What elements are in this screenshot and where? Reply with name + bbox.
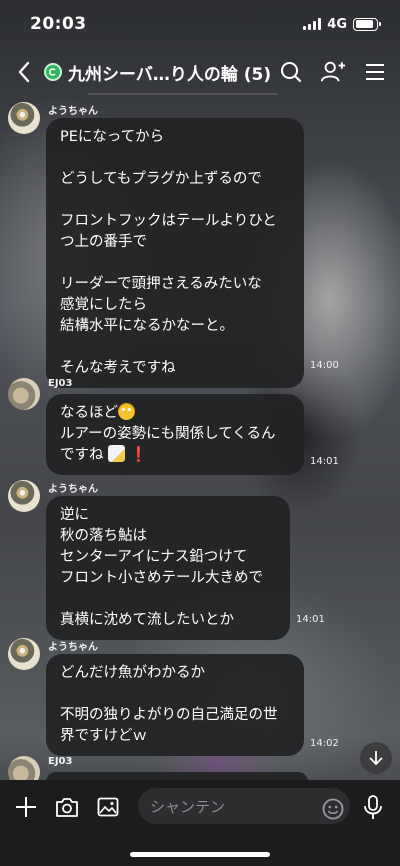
message-line: ですね <box>60 447 104 463</box>
menu-icon[interactable] <box>362 59 388 85</box>
avatar[interactable] <box>8 638 40 670</box>
plus-icon[interactable] <box>14 792 38 822</box>
message-bubble[interactable]: PEになってから どうしてもプラグか上ずるので フロントフックはテールよりひと … <box>46 118 304 388</box>
status-indicators: 4G <box>303 16 381 32</box>
search-icon[interactable] <box>278 59 304 85</box>
memo-emoji <box>108 445 126 462</box>
message-time: 14:00 <box>310 360 339 371</box>
message-input[interactable]: シャンテン <box>138 788 350 824</box>
message-bubble[interactable]: 逆に 秋の落ち鮎は センターアイにナス鉛つけて フロント小さめテール大きめで 真… <box>46 496 290 640</box>
sender-name: EJ03 <box>48 378 73 389</box>
message-line: 真横に沈めて流したいとか <box>60 612 234 628</box>
image-icon[interactable] <box>96 792 120 822</box>
message-line: ルアーの姿勢にも関係してくるん <box>60 426 276 442</box>
message-line: 逆に <box>60 507 89 523</box>
group-icon <box>44 63 62 81</box>
message-line: フロントフックはテールよりひと <box>60 213 277 229</box>
flushed-face-emoji <box>118 403 135 420</box>
message-bubble[interactable]: なるほど ルアーの姿勢にも関係してくるん ですね ❗ <box>46 394 304 475</box>
chat-header: 九州シーバ…り人の輪 (5) <box>0 48 400 96</box>
input-text: シャンテン <box>150 797 226 816</box>
message-line: フロント小さめテール大きめで <box>60 570 263 586</box>
message-line: 秋の落ち鮎は <box>60 528 147 544</box>
header-actions <box>278 48 388 96</box>
message-line: つ上の番手で <box>60 234 147 250</box>
sender-name: ようちゃん <box>48 106 98 117</box>
mic-icon[interactable] <box>362 792 384 822</box>
status-time: 20:03 <box>30 14 87 34</box>
sender-name: ようちゃん <box>48 484 98 495</box>
message-line: 界ですけどｗ <box>60 728 147 744</box>
message-line: リーダーで頭押さえるみたいな <box>60 276 262 292</box>
message-time: 14:02 <box>310 738 339 749</box>
message-line: PEになってから <box>60 129 165 145</box>
message-line: どんだけ魚がわかるか <box>60 665 205 681</box>
sender-name: EJ03 <box>48 756 73 767</box>
message-time: 14:01 <box>310 456 339 467</box>
scroll-down-icon[interactable] <box>360 742 392 774</box>
add-friend-icon[interactable] <box>320 59 346 85</box>
message-time: 14:01 <box>296 614 325 625</box>
exclamation-mark: ❗ <box>129 447 148 463</box>
avatar[interactable] <box>8 480 40 512</box>
home-indicator[interactable] <box>130 852 270 857</box>
network-type: 4G <box>327 16 347 32</box>
status-bar: 20:03 4G <box>0 0 400 48</box>
sender-name: ようちゃん <box>48 642 98 653</box>
message-bubble[interactable]: どんだけ魚がわかるか 不明の独りよがりの自己満足の世 界ですけどｗ <box>46 654 304 756</box>
chat-title-area[interactable]: 九州シーバ…り人の輪 (5) <box>44 60 271 85</box>
header-divider <box>88 93 278 95</box>
message-line: 感覚にしたら <box>60 297 147 313</box>
message-list[interactable]: ようちゃん PEになってから どうしてもプラグか上ずるので フロントフックはテー… <box>0 96 400 792</box>
back-icon[interactable] <box>10 52 38 92</box>
avatar[interactable] <box>8 378 40 410</box>
signal-icon <box>303 18 322 30</box>
camera-icon[interactable] <box>54 792 80 822</box>
battery-icon <box>353 17 381 31</box>
chat-title: 九州シーバ…り人の輪 (5) <box>68 64 272 85</box>
message-line: どうしてもプラグか上ずるので <box>60 171 262 187</box>
message-line: なるほど <box>60 405 118 421</box>
emoji-icon[interactable] <box>321 794 345 824</box>
message-line: そんな考えですね <box>60 360 176 376</box>
avatar[interactable] <box>8 102 40 134</box>
message-line: センターアイにナス鉛つけて <box>60 549 248 565</box>
message-line: 不明の独りよがりの自己満足の世 <box>60 707 278 723</box>
message-line: 結構水平になるかなーと。 <box>60 318 234 334</box>
